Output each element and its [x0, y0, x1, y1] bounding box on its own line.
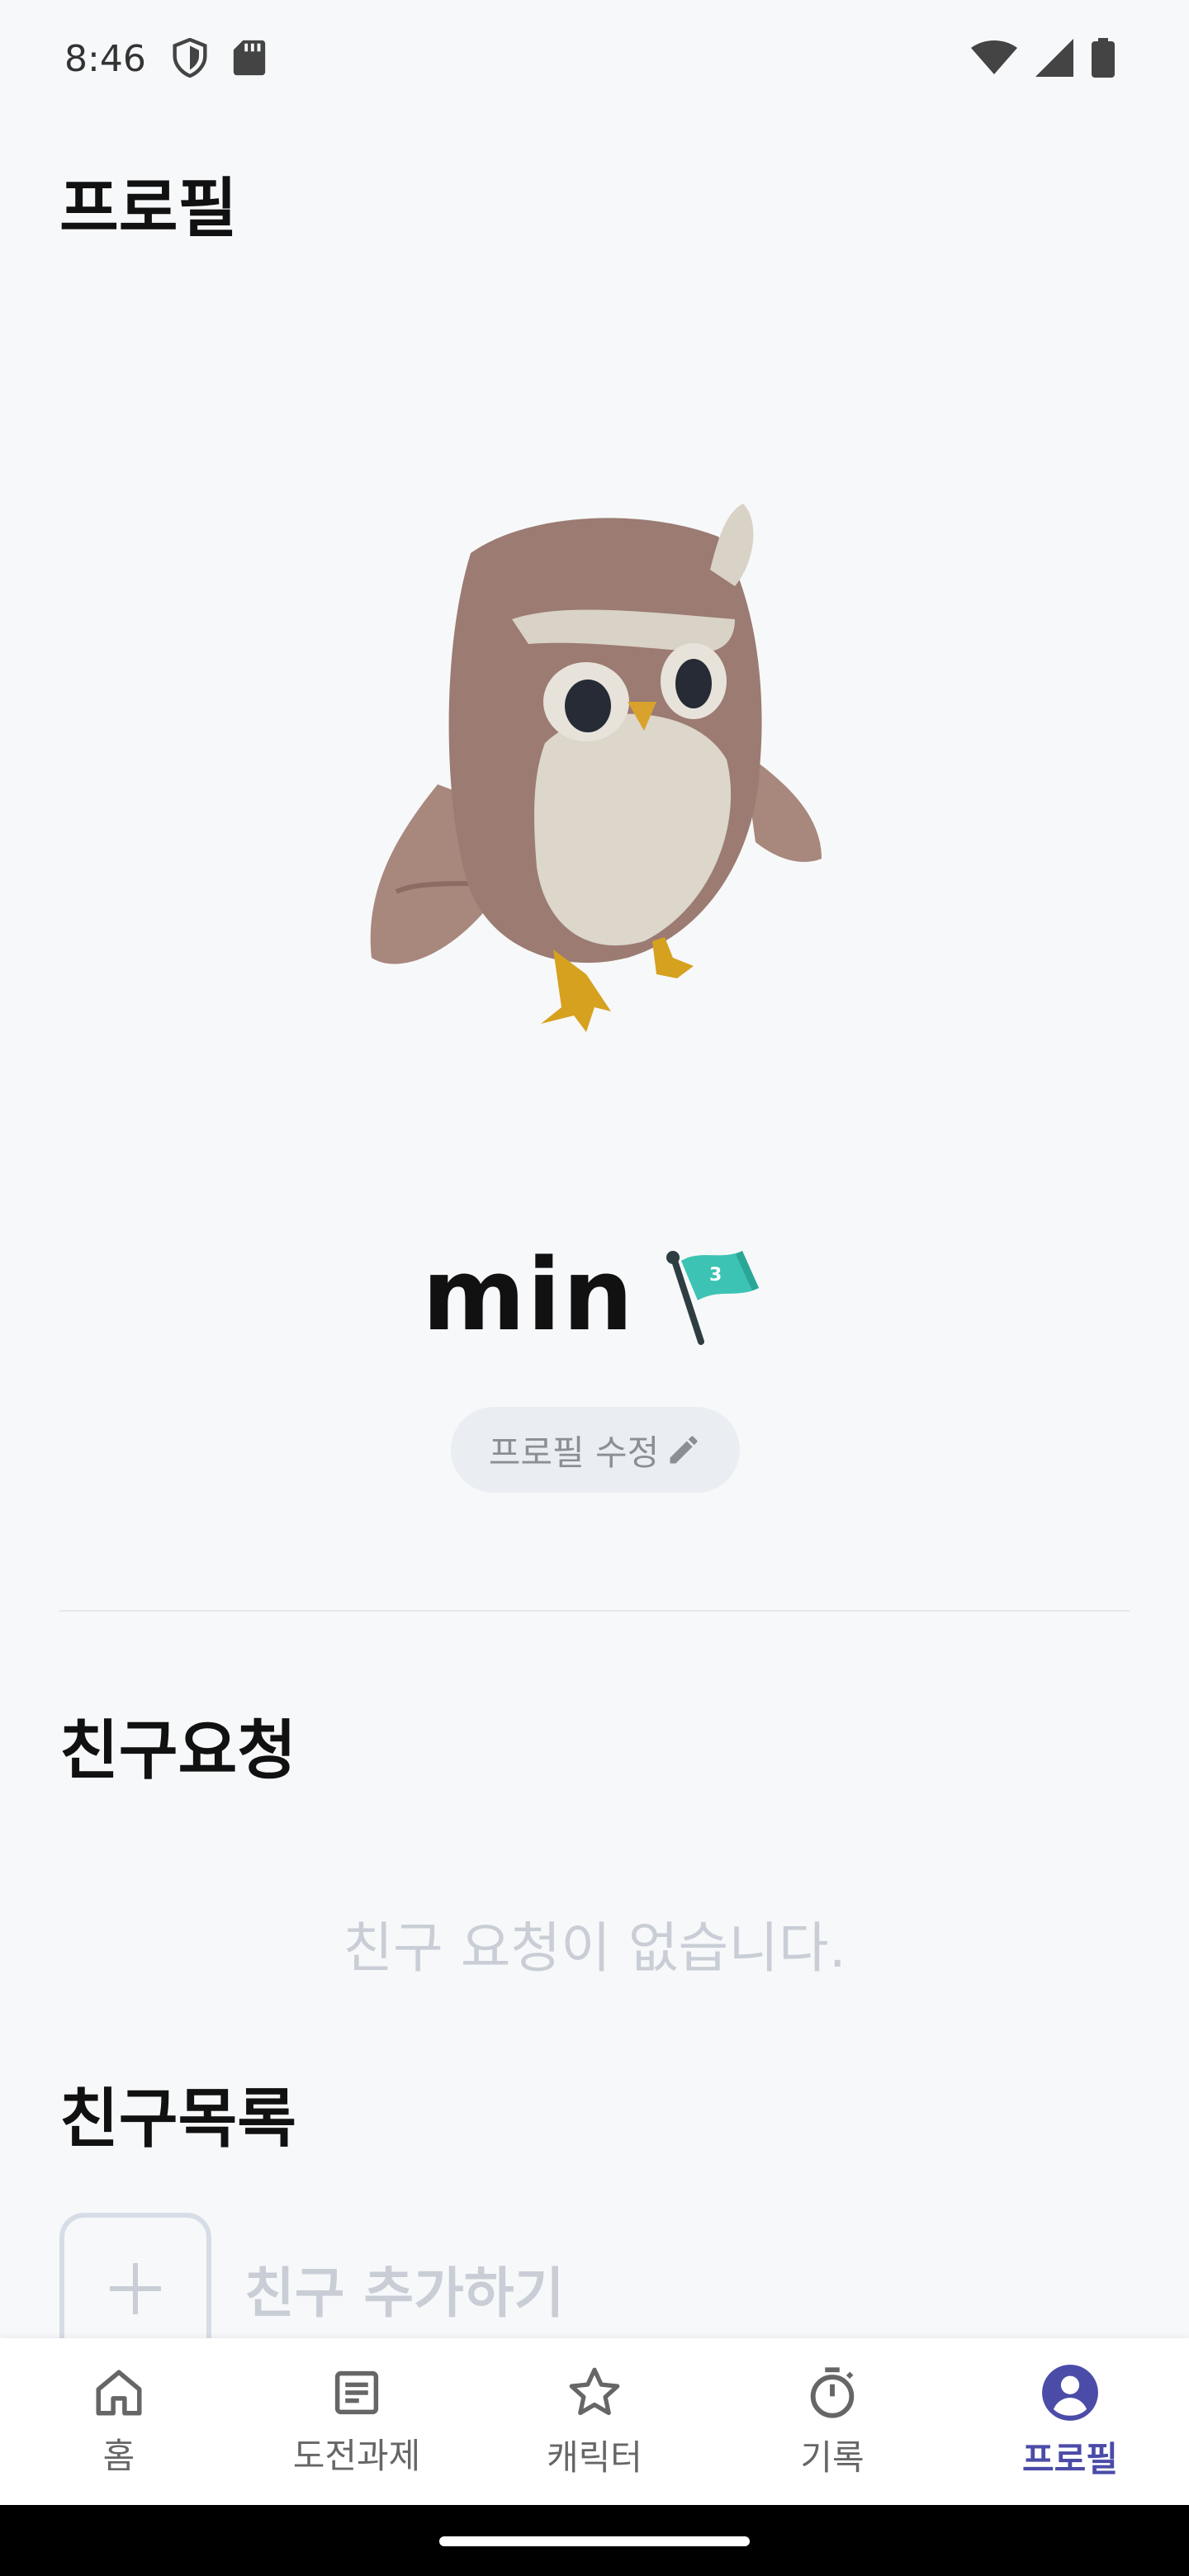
wifi-icon	[971, 40, 1017, 74]
nav-label-profile: 프로필	[1022, 2438, 1118, 2479]
nav-label-records: 기록	[800, 2436, 865, 2478]
nav-label-home: 홈	[102, 2435, 135, 2476]
star-icon	[569, 2367, 620, 2415]
home-icon	[96, 2370, 142, 2415]
nav-item-records[interactable]: 기록	[713, 2338, 951, 2505]
friend-requests-empty-text: 친구 요청이 없습니다.	[343, 1916, 846, 1980]
page-title: 프로필	[59, 172, 238, 246]
owl-character-icon	[370, 504, 822, 1032]
status-right-icons	[971, 38, 1115, 78]
nav-label-character: 캐릭터	[547, 2436, 642, 2478]
status-left-icons	[172, 38, 266, 78]
friends-list-title: 친구목록	[59, 2082, 297, 2157]
person-icon	[1042, 2364, 1098, 2421]
sd-card-icon	[233, 40, 266, 76]
nav-item-home[interactable]: 홈	[0, 2338, 238, 2505]
plus-icon	[110, 2263, 161, 2314]
status-bar: 8:46	[0, 0, 1189, 116]
document-icon	[334, 2370, 379, 2414]
signal-icon	[1035, 39, 1073, 77]
friend-requests-title: 친구요청	[59, 1714, 297, 1788]
system-gesture-bar	[0, 2505, 1189, 2576]
user-name-row: min 3	[0, 1238, 1189, 1353]
character-owl	[347, 495, 842, 1057]
add-friend-label: 친구 추가하기	[244, 2261, 565, 2325]
nav-item-profile[interactable]: 프로필	[951, 2338, 1189, 2505]
divider	[59, 1610, 1130, 1612]
shield-icon	[173, 38, 207, 78]
nav-label-challenges: 도전과제	[292, 2435, 421, 2476]
timer-icon	[810, 2366, 855, 2418]
pencil-icon	[670, 1436, 698, 1464]
level-flag-icon: 3	[666, 1250, 759, 1345]
user-name: min	[422, 1238, 635, 1353]
status-time: 8:46	[64, 38, 146, 80]
bottom-navigation: 홈 도전과제 캐릭터 기록 프로필	[0, 2338, 1189, 2505]
level-flag-number: 3	[709, 1265, 722, 1286]
nav-item-challenges[interactable]: 도전과제	[238, 2338, 476, 2505]
nav-item-character[interactable]: 캐릭터	[476, 2338, 713, 2505]
battery-icon	[1092, 38, 1115, 78]
edit-profile-label: 프로필 수정	[488, 1432, 660, 1473]
gesture-handle[interactable]	[439, 2536, 750, 2546]
edit-profile-button[interactable]: 프로필 수정	[451, 1407, 740, 1493]
